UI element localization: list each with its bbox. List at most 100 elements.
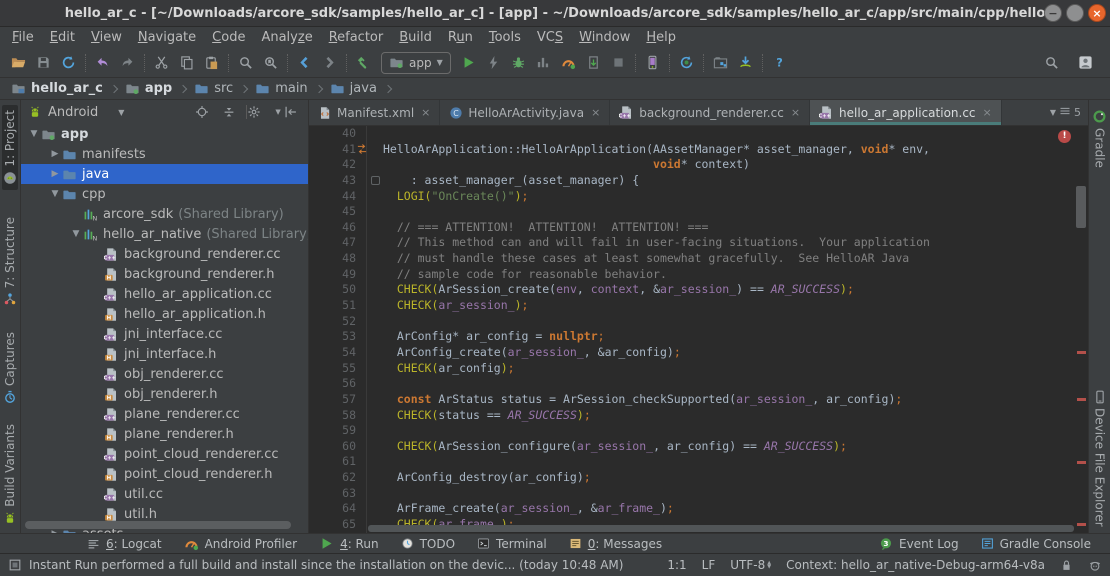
file-encoding[interactable]: UTF-8 ▲▼: [730, 558, 771, 572]
tree-collapsed-arrow-icon[interactable]: ▶: [48, 169, 62, 179]
toolwindow-event-log[interactable]: 3Event Log: [868, 537, 970, 551]
back-button[interactable]: [292, 51, 317, 75]
gutter[interactable]: 62: [309, 470, 367, 486]
gutter[interactable]: 48: [309, 251, 367, 267]
code-line[interactable]: 52: [309, 314, 1088, 330]
toolwindow-6-logcat[interactable]: 6: Logcat: [76, 536, 173, 551]
gutter[interactable]: 64: [309, 501, 367, 517]
tree-item-background-renderer-cc[interactable]: C++background_renderer.cc: [21, 244, 308, 264]
gutter[interactable]: 55: [309, 361, 367, 377]
sdk-manager-button[interactable]: [733, 51, 758, 75]
save-button[interactable]: [31, 51, 56, 75]
code-line[interactable]: 56: [309, 376, 1088, 392]
gutter[interactable]: 65: [309, 517, 367, 533]
tree-item-background-renderer-h[interactable]: Hbackground_renderer.h: [21, 264, 308, 284]
stripe-gradle[interactable]: Gradle: [1091, 104, 1108, 173]
gutter[interactable]: 58: [309, 408, 367, 424]
find-button[interactable]: [233, 51, 258, 75]
toolwindow-4-run[interactable]: 4: Run: [308, 536, 390, 551]
close-icon[interactable]: ×: [983, 106, 992, 119]
code-line[interactable]: 47 // This method can and will fail in u…: [309, 235, 1088, 251]
lock-icon[interactable]: [1060, 559, 1073, 572]
error-stripe-mark[interactable]: [1077, 398, 1086, 401]
gutter[interactable]: 46: [309, 220, 367, 236]
code-line[interactable]: 41HelloArApplication::HelloArApplication…: [309, 142, 1088, 158]
search-everywhere-button[interactable]: [1039, 51, 1064, 75]
menu-build[interactable]: Build: [391, 30, 440, 45]
gutter[interactable]: 50: [309, 282, 367, 298]
tree-item-obj-renderer-cc[interactable]: C++obj_renderer.cc: [21, 364, 308, 384]
tree-item-hello-ar-native[interactable]: ▼Nhello_ar_native(Shared Library, ~/: [21, 224, 308, 244]
cut-button[interactable]: [149, 51, 174, 75]
code-line[interactable]: 46 // === ATTENTION! ATTENTION! ATTENTIO…: [309, 220, 1088, 236]
tree-item-plane-renderer-h[interactable]: Hplane_renderer.h: [21, 424, 308, 444]
editor-vscrollbar[interactable]: [1076, 186, 1086, 228]
build-context[interactable]: Context: hello_ar_native-Debug-arm64-v8a: [786, 558, 1045, 572]
find-in-path-button[interactable]: [258, 51, 283, 75]
project-hscrollbar[interactable]: [25, 521, 291, 529]
undo-button[interactable]: [90, 51, 115, 75]
tree-item-point-cloud-renderer-h[interactable]: Hpoint_cloud_renderer.h: [21, 464, 308, 484]
tree-item-jni-interface-cc[interactable]: C++jni_interface.cc: [21, 324, 308, 344]
code-line[interactable]: 49 // sample code for reasonable behavio…: [309, 267, 1088, 283]
code-line[interactable]: 50 CHECK(ArSession_create(env, context, …: [309, 282, 1088, 298]
toolwindow-terminal[interactable]: Terminal: [466, 536, 558, 551]
gutter[interactable]: 47: [309, 235, 367, 251]
code-line[interactable]: 59: [309, 423, 1088, 439]
gutter[interactable]: 43: [309, 173, 367, 189]
code-line[interactable]: 48 // must handle these cases at least s…: [309, 251, 1088, 267]
code-line[interactable]: 61: [309, 454, 1088, 470]
maximize-button[interactable]: [1066, 4, 1084, 22]
breadcrumb-main[interactable]: main: [254, 81, 308, 96]
line-separator[interactable]: LF: [702, 558, 716, 572]
tab-manifest-xml[interactable]: Manifest.xml×: [309, 100, 440, 125]
code-line[interactable]: 64 ArFrame_create(ar_session_, &ar_frame…: [309, 501, 1088, 517]
stripe-captures[interactable]: Captures: [2, 327, 18, 409]
help-button[interactable]: ?: [767, 51, 792, 75]
gutter[interactable]: 54: [309, 345, 367, 361]
stripe-device-file-explorer[interactable]: Device File Explorer: [1092, 385, 1108, 532]
gutter[interactable]: 51: [309, 298, 367, 314]
tab-list-button[interactable]: [1059, 105, 1071, 120]
toolwindow-android-profiler[interactable]: Android Profiler: [173, 536, 308, 551]
gutter[interactable]: 60: [309, 439, 367, 455]
editor-hscrollbar[interactable]: [368, 525, 1074, 532]
profiler-bars-button[interactable]: [531, 51, 556, 75]
tree-item-point-cloud-renderer-cc[interactable]: C++point_cloud_renderer.cc: [21, 444, 308, 464]
gutter[interactable]: 49: [309, 267, 367, 283]
tree-item-cpp[interactable]: ▼cpp: [21, 184, 308, 204]
close-icon[interactable]: ×: [791, 106, 800, 119]
profiler-gauge-button[interactable]: [556, 51, 581, 75]
stripe-1-project[interactable]: 1: Project: [2, 105, 18, 190]
tree-item-obj-renderer-h[interactable]: Hobj_renderer.h: [21, 384, 308, 404]
forward-button[interactable]: [317, 51, 342, 75]
gutter[interactable]: 41: [309, 142, 367, 158]
copy-button[interactable]: [174, 51, 199, 75]
gutter[interactable]: 45: [309, 204, 367, 220]
gutter[interactable]: 63: [309, 486, 367, 502]
tree-item-app[interactable]: ▼app: [21, 124, 308, 144]
status-message[interactable]: Instant Run performed a full build and i…: [29, 558, 623, 572]
breadcrumb-app[interactable]: app: [124, 81, 173, 96]
open-button[interactable]: [6, 51, 31, 75]
stop-button[interactable]: [606, 51, 631, 75]
error-stripe-mark[interactable]: [1077, 351, 1086, 354]
gradle-sync-button[interactable]: [674, 51, 699, 75]
code-line[interactable]: 60 CHECK(ArSession_configure(ar_session_…: [309, 439, 1088, 455]
redo-button[interactable]: [115, 51, 140, 75]
menu-vcs[interactable]: VCS: [529, 30, 571, 45]
run-button[interactable]: [456, 51, 481, 75]
code-line[interactable]: 57 const ArStatus status = ArSession_che…: [309, 392, 1088, 408]
gutter[interactable]: 44: [309, 189, 367, 205]
hide-panel-button[interactable]: [281, 100, 301, 124]
toolwindow-todo[interactable]: TODO: [390, 536, 466, 551]
sync-button[interactable]: [56, 51, 81, 75]
tree-collapsed-arrow-icon[interactable]: ▶: [48, 149, 62, 159]
close-icon[interactable]: ×: [591, 106, 600, 119]
close-button[interactable]: ×: [1088, 4, 1106, 22]
tree-item-hello-ar-application-h[interactable]: Hhello_ar_application.h: [21, 304, 308, 324]
close-icon[interactable]: ×: [421, 106, 430, 119]
gutter[interactable]: 53: [309, 329, 367, 345]
tree-item-hello-ar-application-cc[interactable]: C++hello_ar_application.cc: [21, 284, 308, 304]
code-line[interactable]: 62 ArConfig_destroy(ar_config);: [309, 470, 1088, 486]
